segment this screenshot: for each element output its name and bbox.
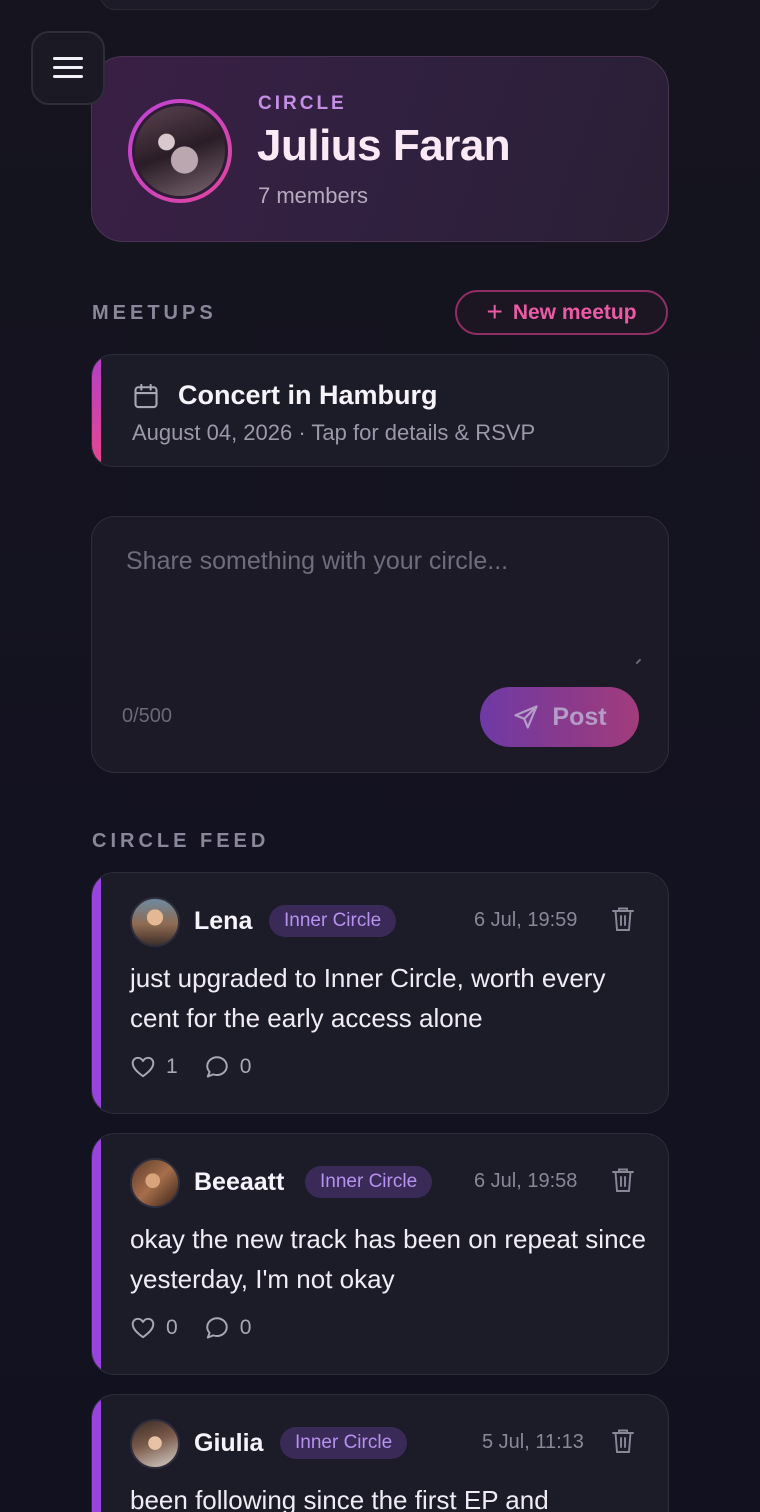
hamburger-icon bbox=[53, 57, 83, 79]
tier-badge: Inner Circle bbox=[305, 1166, 433, 1198]
calendar-icon bbox=[134, 383, 158, 409]
post-actions: 1 0 bbox=[130, 1054, 277, 1080]
post-body: been following since the first EP and bbox=[130, 1485, 549, 1512]
post-button[interactable]: Post bbox=[480, 687, 639, 747]
avatar[interactable] bbox=[130, 1158, 180, 1208]
send-icon bbox=[514, 705, 539, 729]
post-author[interactable]: Lena bbox=[194, 907, 252, 936]
post-author[interactable]: Beeaatt bbox=[194, 1168, 284, 1197]
feed-post[interactable]: Beeaatt Inner Circle 6 Jul, 19:58 okay t… bbox=[91, 1133, 669, 1375]
avatar[interactable] bbox=[130, 897, 180, 947]
circle-label: CIRCLE bbox=[258, 93, 347, 114]
post-button-label: Post bbox=[552, 702, 607, 731]
feed-post[interactable]: Lena Inner Circle 6 Jul, 19:59 just upgr… bbox=[91, 872, 669, 1114]
post-composer: 0/500 Post bbox=[91, 516, 669, 773]
post-accent-bar bbox=[92, 1134, 101, 1374]
member-count[interactable]: 7 members bbox=[258, 183, 368, 209]
circle-avatar[interactable] bbox=[128, 99, 232, 203]
post-accent-bar bbox=[92, 1395, 101, 1512]
circle-name: Julius Faran bbox=[257, 121, 511, 170]
menu-button[interactable] bbox=[31, 31, 105, 105]
comment-count: 0 bbox=[239, 1316, 252, 1339]
trash-icon[interactable] bbox=[611, 1428, 635, 1454]
post-textarea[interactable] bbox=[126, 547, 626, 657]
post-timestamp: 6 Jul, 19:58 bbox=[474, 1170, 578, 1192]
post-timestamp: 5 Jul, 11:13 bbox=[482, 1431, 584, 1453]
feed-section-label: CIRCLE FEED bbox=[92, 830, 270, 852]
trash-icon[interactable] bbox=[611, 906, 635, 932]
new-meetup-label: New meetup bbox=[512, 300, 637, 324]
resize-handle[interactable] bbox=[632, 655, 642, 665]
meetups-section-label: MEETUPS bbox=[92, 302, 217, 324]
previous-card-edge bbox=[100, 0, 660, 10]
plus-icon: + bbox=[486, 295, 503, 327]
heart-icon bbox=[131, 1056, 155, 1078]
comment-count: 0 bbox=[239, 1055, 252, 1078]
comment-button[interactable]: 0 bbox=[204, 1054, 252, 1080]
meetup-title: Concert in Hamburg bbox=[178, 380, 438, 410]
circle-header-card: CIRCLE Julius Faran 7 members bbox=[91, 56, 669, 242]
post-actions: 0 0 bbox=[130, 1315, 277, 1341]
avatar[interactable] bbox=[130, 1419, 180, 1469]
character-counter: 0/500 bbox=[122, 705, 173, 727]
trash-icon[interactable] bbox=[611, 1167, 635, 1193]
meetup-accent-bar bbox=[92, 355, 101, 466]
meetup-subtitle: August 04, 2026 · Tap for details & RSVP bbox=[132, 420, 536, 445]
like-count: 1 bbox=[166, 1055, 178, 1078]
post-accent-bar bbox=[92, 873, 101, 1113]
post-timestamp: 6 Jul, 19:59 bbox=[474, 909, 578, 931]
post-body: just upgraded to Inner Circle, worth eve… bbox=[130, 963, 606, 1033]
comment-icon bbox=[205, 1317, 228, 1339]
tier-badge: Inner Circle bbox=[280, 1427, 408, 1459]
tier-badge: Inner Circle bbox=[269, 905, 397, 937]
like-button[interactable]: 0 bbox=[130, 1315, 178, 1341]
post-body: okay the new track has been on repeat si… bbox=[130, 1224, 646, 1294]
avatar-image bbox=[132, 103, 228, 199]
comment-icon bbox=[205, 1056, 228, 1078]
heart-icon bbox=[131, 1317, 155, 1339]
new-meetup-button[interactable]: + New meetup bbox=[455, 290, 668, 335]
meetup-card[interactable]: Concert in Hamburg August 04, 2026 · Tap… bbox=[91, 354, 669, 467]
feed-post[interactable]: Giulia Inner Circle 5 Jul, 11:13 been fo… bbox=[91, 1394, 669, 1512]
like-button[interactable]: 1 bbox=[130, 1054, 178, 1080]
circle-page: CIRCLE Julius Faran 7 members MEETUPS + … bbox=[0, 0, 760, 1512]
like-count: 0 bbox=[166, 1316, 178, 1339]
comment-button[interactable]: 0 bbox=[204, 1315, 252, 1341]
post-author[interactable]: Giulia bbox=[194, 1429, 263, 1458]
